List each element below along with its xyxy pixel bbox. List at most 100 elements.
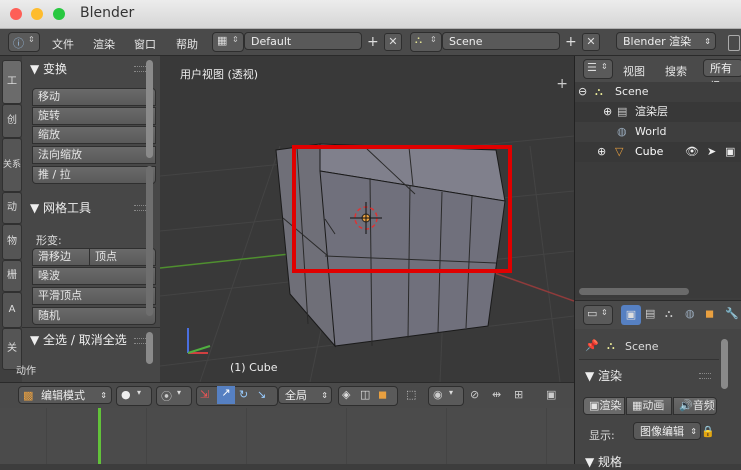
rotate-manipulator-icon[interactable]: ↻ xyxy=(239,388,248,401)
tab-physics[interactable]: 物 xyxy=(2,224,22,260)
tab-a[interactable]: A xyxy=(2,292,22,328)
pivot-point-select[interactable]: ⦿ ▾ xyxy=(156,386,192,406)
render-image-button[interactable]: ▣渲染 xyxy=(583,397,625,415)
scale-button[interactable]: 缩放 xyxy=(32,126,156,144)
render-animation-button[interactable]: ▦动画 xyxy=(626,397,672,415)
tab-create[interactable]: 创 xyxy=(2,104,22,138)
drag-handle-icon[interactable] xyxy=(134,205,146,211)
render-engine-select[interactable]: Blender 渲染 ⇕ xyxy=(616,32,716,50)
3d-viewport[interactable]: 用户视图 (透视) (1) Cube + xyxy=(160,56,574,382)
outliner-editor-type-button[interactable]: ☰ ⇕ xyxy=(583,59,613,79)
smooth-vertex-button[interactable]: 平滑顶点 xyxy=(32,287,156,305)
layout-browse-button[interactable]: ▦ ⇕ xyxy=(212,32,244,52)
menu-window[interactable]: 窗口 xyxy=(134,36,156,52)
selectability-cursor-icon[interactable]: ➤ xyxy=(707,142,716,162)
render-panel-header[interactable]: ▼ 渲染 xyxy=(585,367,622,384)
snap-icon[interactable]: ⊘ xyxy=(470,388,479,401)
vertex-select-icon[interactable]: ◈ xyxy=(342,388,350,401)
tab-tools[interactable]: 工 xyxy=(2,60,22,104)
toolshelf-scrollbar[interactable] xyxy=(146,60,153,158)
limit-selection-icon[interactable]: ⬚ xyxy=(406,388,416,401)
viewport-shading-select[interactable]: ● ▾ xyxy=(116,386,152,406)
collapse-icon[interactable]: ⊖ xyxy=(578,82,587,102)
drag-handle-icon[interactable] xyxy=(134,338,146,344)
render-preview-icon[interactable]: ▣ xyxy=(546,388,556,401)
add-region-icon[interactable]: + xyxy=(556,76,568,92)
scene-browse-button[interactable]: ⛬ ⇕ xyxy=(410,32,442,52)
delete-layout-icon[interactable]: ✕ xyxy=(384,33,402,51)
push-pull-button[interactable]: 推 / 拉 xyxy=(32,166,156,184)
minimize-window-button[interactable] xyxy=(31,8,43,20)
select-all-panel-header[interactable]: ▼ 全选 / 取消全选 xyxy=(30,331,127,348)
dimensions-panel-header[interactable]: ▼ 规格 xyxy=(585,453,622,470)
maximize-window-button[interactable] xyxy=(53,8,65,20)
mesh-object-icon: ▽ xyxy=(615,145,624,158)
snap-element-icon[interactable]: ⇹ xyxy=(492,388,501,401)
shrink-fatten-button[interactable]: 法向缩放 xyxy=(32,146,156,164)
world-tab-icon[interactable]: ◍ xyxy=(685,307,695,320)
modifiers-tab-icon[interactable]: 🔧 xyxy=(725,307,739,320)
expand-icon[interactable]: ⊕ xyxy=(597,142,606,162)
edge-select-icon[interactable]: ◫ xyxy=(360,388,370,401)
current-frame-indicator[interactable] xyxy=(98,408,101,464)
outliner-row-world[interactable]: ◍ World xyxy=(575,122,741,142)
rotate-button[interactable]: 旋转 xyxy=(32,107,156,125)
mesh-tools-panel-header[interactable]: ▼ 网格工具 xyxy=(30,199,91,216)
outliner-search-menu[interactable]: 搜索 xyxy=(665,63,687,79)
outliner-horizontal-scrollbar[interactable] xyxy=(579,288,689,295)
close-window-button[interactable] xyxy=(10,8,22,20)
drag-handle-icon[interactable] xyxy=(134,66,146,72)
toolshelf-scrollbar-track[interactable] xyxy=(146,166,153,316)
outliner-row-renderlayers[interactable]: ⊕ ▤ 渲染层 xyxy=(575,102,741,122)
layout-name-field[interactable]: Default xyxy=(244,32,362,50)
outliner-view-menu[interactable]: 视图 xyxy=(623,63,645,79)
snap-target-icon[interactable]: ⊞ xyxy=(514,388,523,401)
scene-name-field[interactable]: Scene xyxy=(442,32,560,50)
delete-scene-icon[interactable]: ✕ xyxy=(582,33,600,51)
display-select[interactable]: 图像编辑 ⇕ xyxy=(633,422,701,440)
drag-handle-icon[interactable] xyxy=(699,373,711,379)
tab-relations[interactable]: 关系 xyxy=(2,138,22,192)
scene-tab-icon[interactable]: ⛬ xyxy=(665,307,673,321)
outliner-row-cube[interactable]: ⊕ ▽ Cube 👁 ➤ ▣ xyxy=(575,142,741,162)
noise-button[interactable]: 噪波 xyxy=(32,267,156,285)
scene-icon: ⛬ xyxy=(595,85,603,98)
tab-grease[interactable]: 栅 xyxy=(2,260,22,292)
render-audio-button[interactable]: 🔊音频 xyxy=(673,397,717,415)
translate-button[interactable]: 移动 xyxy=(32,88,156,106)
proportional-edit-select[interactable]: ◉ ▾ xyxy=(428,386,464,406)
outliner-display-filter[interactable]: 所有场 xyxy=(703,59,741,93)
manipulator-toggle-icon[interactable]: ⇲ xyxy=(200,388,209,401)
menu-help[interactable]: 帮助 xyxy=(176,36,198,52)
timeline-area[interactable] xyxy=(0,408,574,464)
editor-type-button[interactable]: ⓘ ⇕ xyxy=(8,32,40,52)
pin-icon[interactable]: 📌 xyxy=(585,339,599,352)
edge-slide-button[interactable]: 滑移边 xyxy=(32,248,90,266)
select-panel-scrollbar[interactable] xyxy=(146,332,153,364)
randomize-button[interactable]: 随机 xyxy=(32,307,156,325)
outliner-tree[interactable]: ⊖ ⛬ Scene ⊕ ▤ 渲染层 ◍ World ⊕ ▽ Cube 👁 ➤ ▣ xyxy=(575,82,741,298)
lock-interface-icon[interactable]: 🔒 xyxy=(701,425,715,438)
transform-panel-header[interactable]: ▼ 变换 xyxy=(30,60,67,77)
properties-editor-type-button[interactable]: ▭ ⇕ xyxy=(583,305,613,325)
render-layers-tab-icon[interactable]: ▤ xyxy=(645,307,655,320)
face-select-icon[interactable]: ◼ xyxy=(378,388,387,401)
menu-render[interactable]: 渲染 xyxy=(93,36,115,52)
object-tab-icon[interactable]: ◼ xyxy=(705,307,714,320)
expand-icon[interactable]: ⊕ xyxy=(603,102,612,122)
cube-mesh[interactable] xyxy=(275,143,506,348)
scale-manipulator-icon[interactable]: ↘ xyxy=(257,388,266,401)
visibility-eye-icon[interactable]: 👁 xyxy=(685,142,699,162)
add-layout-icon[interactable]: + xyxy=(367,34,379,50)
mode-select[interactable]: ▩ 编辑模式 ⇕ xyxy=(18,386,112,404)
render-tab-camera-icon[interactable]: ▣ xyxy=(621,305,641,325)
outliner-row-scene[interactable]: ⊖ ⛬ Scene xyxy=(575,82,741,102)
renderability-camera-icon[interactable]: ▣ xyxy=(725,142,735,162)
add-scene-icon[interactable]: + xyxy=(565,34,577,50)
transform-orientation-select[interactable]: 全局 ⇕ xyxy=(278,386,332,404)
viewport-canvas[interactable] xyxy=(160,56,574,382)
translate-manipulator-icon[interactable]: ↗ xyxy=(217,386,235,404)
tab-animation[interactable]: 动 xyxy=(2,192,22,224)
properties-scrollbar[interactable] xyxy=(721,339,728,389)
menu-file[interactable]: 文件 xyxy=(52,36,74,52)
